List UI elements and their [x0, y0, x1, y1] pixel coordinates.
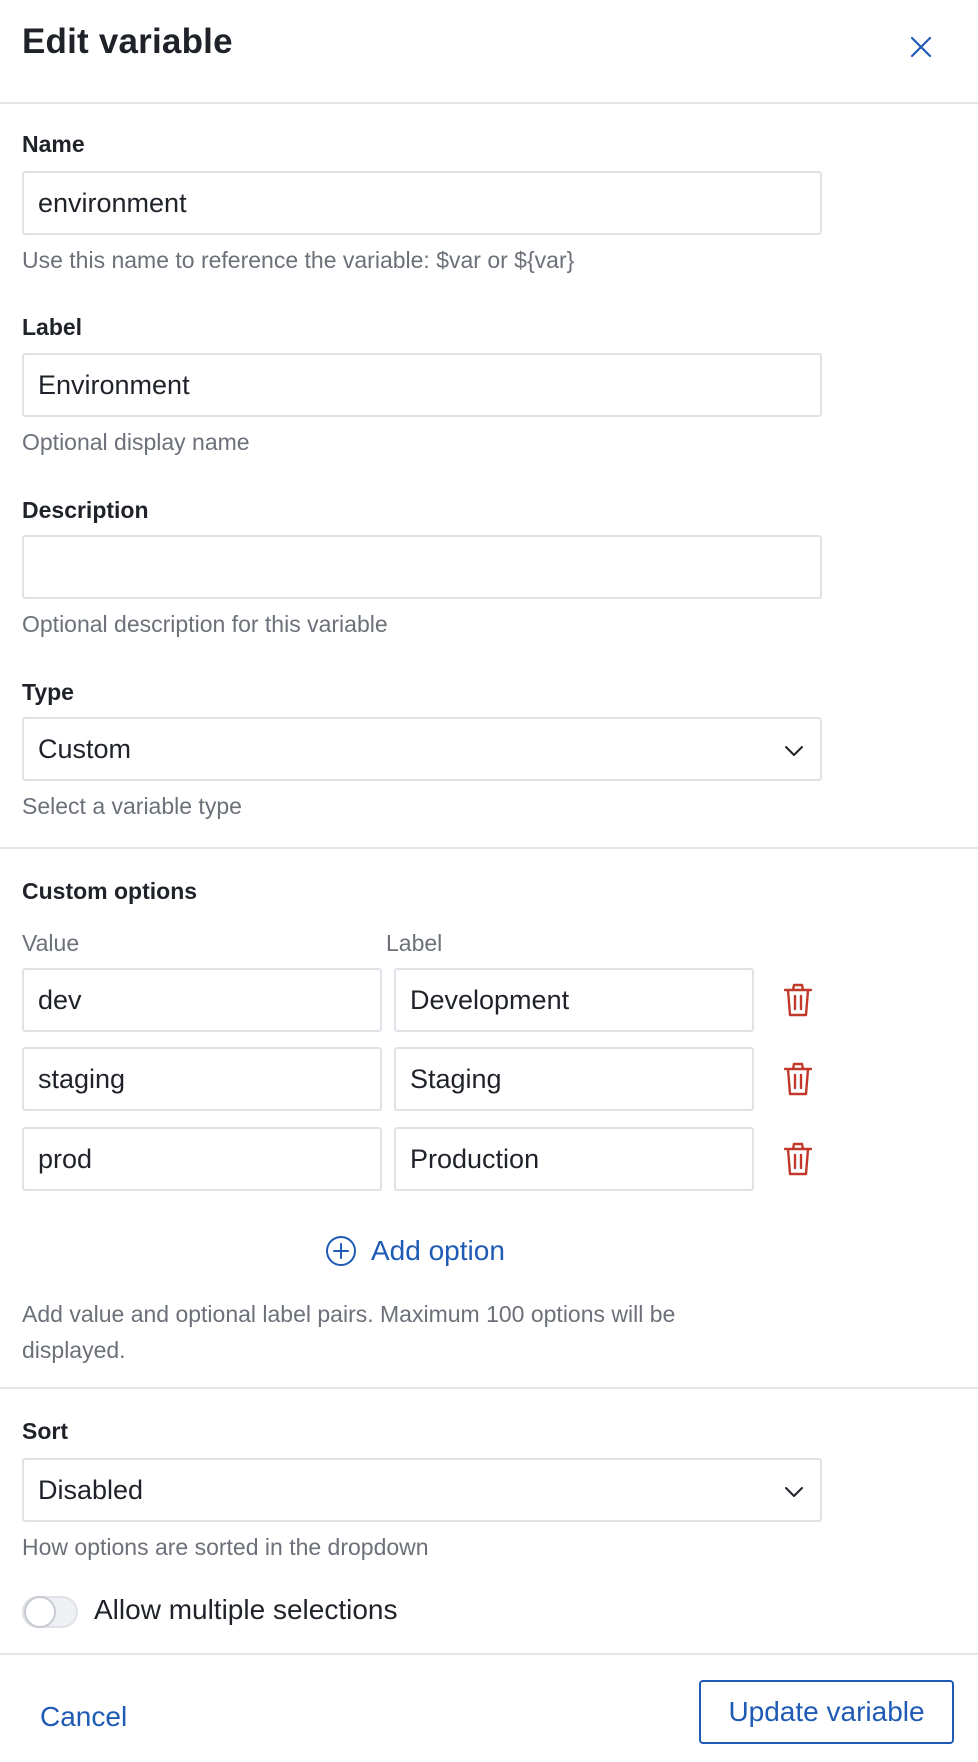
multi-select-toggle[interactable]	[22, 1596, 78, 1628]
label-input[interactable]: Environment	[22, 353, 822, 417]
option-label-text: Production	[410, 1143, 540, 1174]
toggle-knob	[24, 1596, 56, 1628]
panel-footer: Cancel Update variable	[0, 1653, 978, 1762]
close-button[interactable]	[902, 28, 940, 66]
option-label-input[interactable]: Staging	[394, 1047, 754, 1111]
sort-select[interactable]: Disabled	[22, 1458, 822, 1522]
multi-select-label: Allow multiple selections	[94, 1594, 398, 1625]
sort-selected-value: Disabled	[38, 1474, 144, 1505]
chevron-down-icon	[785, 746, 803, 756]
name-input[interactable]: environment	[22, 171, 822, 235]
type-selected-value: Custom	[38, 733, 132, 764]
option-value-input[interactable]: dev	[22, 968, 382, 1032]
trash-icon	[783, 1142, 813, 1176]
type-label: Type	[22, 679, 74, 705]
option-value-text: staging	[38, 1063, 126, 1094]
option-label-text: Development	[410, 984, 570, 1015]
custom-options-heading: Custom options	[22, 878, 198, 904]
option-value-input[interactable]: prod	[22, 1127, 382, 1191]
option-label-text: Staging	[410, 1063, 502, 1094]
name-helper: Use this name to reference the variable:…	[22, 247, 575, 273]
add-option-label: Add option	[371, 1235, 505, 1266]
trash-icon	[783, 1062, 813, 1096]
label-helper: Optional display name	[22, 429, 250, 455]
section-divider	[0, 1387, 978, 1389]
cancel-button[interactable]: Cancel	[40, 1701, 127, 1733]
update-variable-button[interactable]: Update variable	[699, 1680, 954, 1744]
option-label-input[interactable]: Development	[394, 968, 754, 1032]
value-column-header: Value	[22, 930, 80, 956]
section-divider	[0, 847, 978, 849]
delete-option-button[interactable]	[780, 1139, 816, 1179]
label-column-header: Label	[386, 930, 443, 956]
description-input[interactable]	[22, 535, 822, 599]
option-label-input[interactable]: Production	[394, 1127, 754, 1191]
name-label: Name	[22, 131, 85, 157]
description-label: Description	[22, 497, 149, 523]
option-value-text: dev	[38, 984, 82, 1015]
close-icon	[910, 36, 932, 58]
label-input-value: Environment	[38, 369, 190, 400]
option-value-text: prod	[38, 1143, 93, 1174]
description-helper: Optional description for this variable	[22, 611, 388, 637]
option-value-input[interactable]: staging	[22, 1047, 382, 1111]
edit-variable-panel: Edit variable Name environment Use this …	[0, 0, 978, 1762]
delete-option-button[interactable]	[780, 1059, 816, 1099]
add-option-button[interactable]: Add option	[325, 1231, 505, 1271]
type-select[interactable]: Custom	[22, 717, 822, 781]
plus-circle-icon	[326, 1236, 356, 1266]
panel-title: Edit variable	[22, 22, 233, 61]
type-helper: Select a variable type	[22, 793, 242, 819]
name-input-value: environment	[38, 187, 187, 218]
label-label: Label	[22, 314, 83, 340]
custom-options-helper: Add value and optional label pairs. Maxi…	[22, 1301, 676, 1363]
sort-label: Sort	[22, 1418, 68, 1444]
delete-option-button[interactable]	[780, 980, 816, 1020]
trash-icon	[783, 983, 813, 1017]
chevron-down-icon	[785, 1487, 803, 1497]
panel-header: Edit variable	[0, 0, 978, 104]
sort-helper: How options are sorted in the dropdown	[22, 1534, 429, 1560]
